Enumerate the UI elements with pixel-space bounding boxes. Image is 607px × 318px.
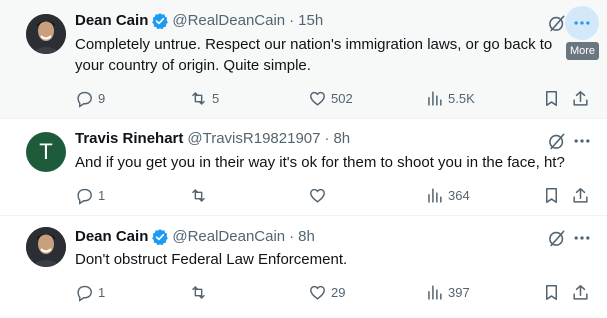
grok-icon[interactable] xyxy=(547,228,567,248)
share-button[interactable] xyxy=(571,88,590,108)
share-icon xyxy=(573,90,588,106)
reply-count: 9 xyxy=(98,90,106,106)
views-button[interactable]: 364 xyxy=(425,185,470,205)
reply-icon xyxy=(77,188,92,205)
author-name[interactable]: Dean Cain xyxy=(75,11,148,31)
bookmark-icon xyxy=(545,187,558,203)
reply-button[interactable]: 1 xyxy=(75,282,105,302)
author-handle[interactable]: @TravisR19821907 xyxy=(187,129,320,149)
views-count: 5.5K xyxy=(448,90,475,106)
like-icon xyxy=(310,188,325,203)
retweet-button[interactable] xyxy=(189,185,212,205)
avatar-photo xyxy=(26,227,66,267)
timestamp[interactable]: 8h xyxy=(298,227,315,247)
verified-icon xyxy=(152,229,169,246)
views-button[interactable]: 5.5K xyxy=(425,88,475,108)
more-icon xyxy=(574,236,590,240)
avatar-letter: T xyxy=(39,139,53,164)
like-count: 502 xyxy=(331,90,353,106)
avatar[interactable]: T xyxy=(26,132,66,172)
share-button[interactable] xyxy=(571,185,590,205)
author-name[interactable]: Dean Cain xyxy=(75,227,148,247)
retweet-button[interactable]: 5 xyxy=(189,88,219,108)
views-button[interactable]: 397 xyxy=(425,282,470,302)
retweet-icon xyxy=(192,188,205,202)
action-bar: 9 5 502 5.5K xyxy=(75,88,595,108)
like-icon xyxy=(310,285,325,300)
share-icon xyxy=(573,284,588,300)
reply-count: 1 xyxy=(98,187,106,203)
like-button[interactable]: 502 xyxy=(308,88,353,108)
like-button[interactable]: 29 xyxy=(308,282,345,302)
timestamp[interactable]: 15h xyxy=(298,11,323,31)
views-icon xyxy=(428,187,442,203)
action-bar: 1 29 397 xyxy=(75,282,595,302)
tweet[interactable]: Dean Cain @RealDeanCain · 8h Don't obstr… xyxy=(0,215,607,318)
verified-icon xyxy=(152,13,169,30)
tweet[interactable]: T Travis Rinehart @TravisR19821907 · 8h … xyxy=(0,118,607,215)
reply-icon xyxy=(77,91,92,108)
reply-icon xyxy=(77,285,92,302)
author-name[interactable]: Travis Rinehart xyxy=(75,129,183,149)
like-button[interactable] xyxy=(308,185,331,205)
like-icon xyxy=(310,91,325,106)
timestamp[interactable]: 8h xyxy=(333,129,350,149)
tweet[interactable]: Dean Cain @RealDeanCain · 15h Completely… xyxy=(0,0,607,118)
bookmark-icon xyxy=(545,284,558,300)
bookmark-icon xyxy=(545,90,558,106)
more-tooltip: More xyxy=(566,42,599,60)
reply-count: 1 xyxy=(98,284,106,300)
share-button[interactable] xyxy=(571,282,590,302)
avatar[interactable] xyxy=(26,14,66,54)
views-count: 364 xyxy=(448,187,470,203)
like-count: 29 xyxy=(331,284,346,300)
separator-dot: · xyxy=(289,228,295,245)
separator-dot: · xyxy=(324,130,330,147)
more-icon xyxy=(574,21,590,25)
retweet-icon xyxy=(192,91,205,105)
retweet-count: 5 xyxy=(212,90,220,106)
tweet-text: Don't obstruct Federal Law Enforcement. xyxy=(75,251,348,268)
grok-icon[interactable] xyxy=(547,13,567,33)
views-icon xyxy=(428,90,442,106)
share-icon xyxy=(573,187,588,203)
bookmark-button[interactable] xyxy=(542,185,561,205)
avatar[interactable] xyxy=(26,227,66,267)
reply-button[interactable]: 9 xyxy=(75,88,105,108)
retweet-icon xyxy=(192,285,205,299)
views-count: 397 xyxy=(448,284,470,300)
tweet-text: And if you get you in their way it's ok … xyxy=(75,154,565,171)
author-handle[interactable]: @RealDeanCain xyxy=(172,11,285,31)
bookmark-button[interactable] xyxy=(542,282,561,302)
bookmark-button[interactable] xyxy=(542,88,561,108)
views-icon xyxy=(428,284,442,300)
retweet-button[interactable] xyxy=(189,282,212,302)
grok-icon[interactable] xyxy=(547,131,567,151)
reply-button[interactable]: 1 xyxy=(75,185,105,205)
avatar-photo xyxy=(26,14,66,54)
more-icon xyxy=(574,139,590,143)
author-handle[interactable]: @RealDeanCain xyxy=(172,227,285,247)
separator-dot: · xyxy=(289,12,295,29)
action-bar: 1 364 xyxy=(75,185,595,205)
tweet-text: Completely untrue. Respect our nation's … xyxy=(75,36,553,74)
